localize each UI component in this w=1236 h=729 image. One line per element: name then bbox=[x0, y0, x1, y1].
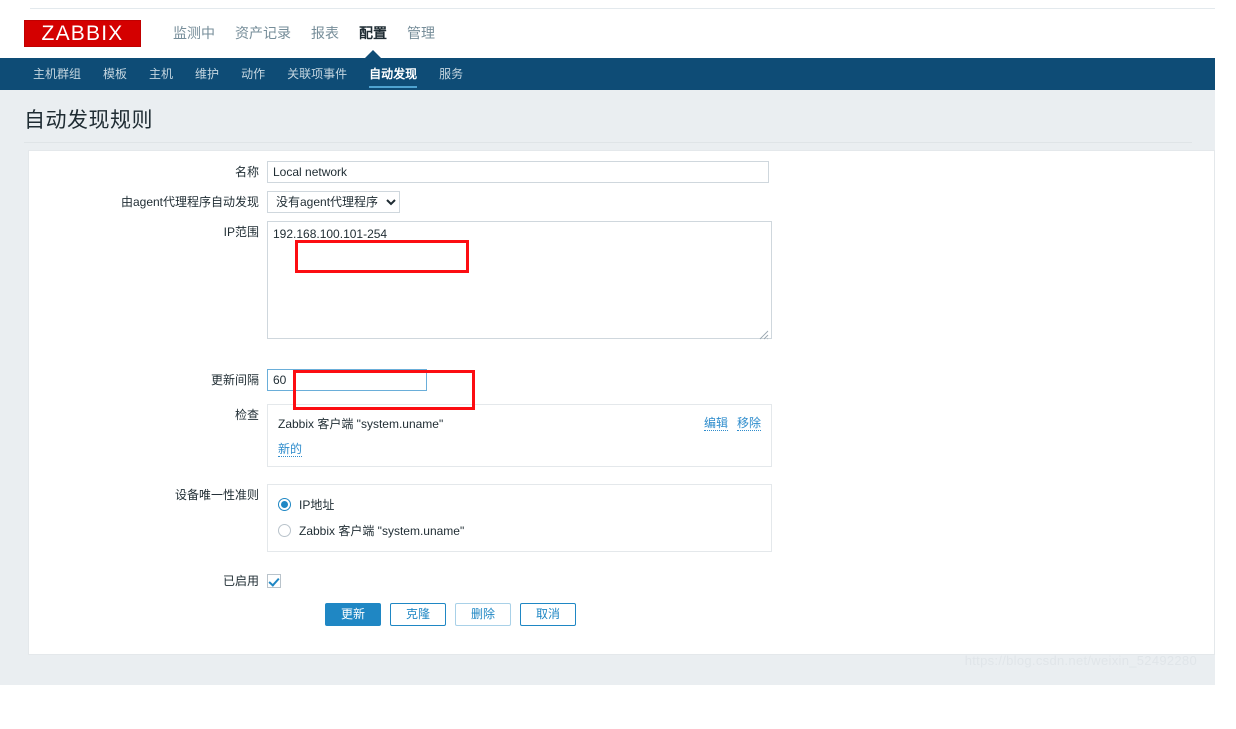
mainnav-item-administration[interactable]: 管理 bbox=[397, 9, 445, 58]
field-row-ip-range: IP范围 192.168.100.101-254 bbox=[29, 221, 772, 342]
label-proxy: 由agent代理程序自动发现 bbox=[120, 195, 259, 209]
discovery-rule-form: 名称 由agent代理程序自动发现 没有agent代理程序 IP范围 192.1… bbox=[28, 150, 1215, 655]
browser-viewport: ZABBIX 监测中 资产记录 报表 配置 管理 主机群组 模板 主机 维护 动… bbox=[0, 0, 1215, 729]
page-title: 自动发现规则 bbox=[24, 109, 153, 132]
check-edit-link[interactable]: 编辑 bbox=[703, 416, 728, 431]
check-list-item: Zabbix 客户端 "system.uname" 编辑 移除 bbox=[278, 413, 761, 433]
page-body: 自动发现规则 名称 由agent代理程序自动发现 没有agent代理程序 IP范… bbox=[0, 90, 1215, 685]
sub-navigation: 主机群组 模板 主机 维护 动作 关联项事件 自动发现 服务 bbox=[0, 58, 1215, 90]
subnav-item-discovery[interactable]: 自动发现 bbox=[358, 58, 428, 90]
label-enabled: 已启用 bbox=[222, 574, 259, 588]
subnav-item-templates[interactable]: 模板 bbox=[92, 58, 138, 90]
app-header: ZABBIX 监测中 资产记录 报表 配置 管理 bbox=[0, 9, 1215, 58]
subnav-item-host-groups[interactable]: 主机群组 bbox=[22, 58, 92, 90]
check-remove-link[interactable]: 移除 bbox=[736, 416, 761, 431]
clone-button[interactable]: 克隆 bbox=[390, 603, 446, 626]
radio-ip-address-icon[interactable] bbox=[278, 497, 291, 511]
subnav-item-services[interactable]: 服务 bbox=[428, 58, 474, 90]
subnav-item-maintenance[interactable]: 维护 bbox=[184, 58, 230, 90]
label-checks: 检查 bbox=[234, 408, 259, 422]
mainnav-item-monitoring[interactable]: 监测中 bbox=[163, 9, 225, 58]
radio-system-uname-icon[interactable] bbox=[278, 523, 291, 537]
field-row-update-interval: 更新间隔 bbox=[29, 369, 427, 391]
main-navigation: 监测中 资产记录 报表 配置 管理 bbox=[163, 9, 445, 58]
checks-panel: Zabbix 客户端 "system.uname" 编辑 移除 新的 bbox=[267, 404, 772, 467]
field-row-name: 名称 bbox=[29, 161, 769, 183]
label-name: 名称 bbox=[234, 165, 259, 179]
name-input[interactable] bbox=[267, 161, 769, 183]
enabled-checkbox[interactable] bbox=[267, 574, 281, 588]
subnav-item-event-correlation[interactable]: 关联项事件 bbox=[276, 58, 358, 90]
cancel-button[interactable]: 取消 bbox=[520, 603, 576, 626]
zabbix-logo-text: ZABBIX bbox=[41, 22, 124, 45]
uniqueness-panel: IP地址 Zabbix 客户端 "system.uname" bbox=[267, 484, 772, 552]
ip-range-textarea[interactable]: 192.168.100.101-254 bbox=[267, 221, 772, 339]
update-interval-input[interactable] bbox=[267, 369, 427, 391]
field-row-uniqueness: 设备唯一性准则 IP地址 Zabbix 客户端 "system.uname" bbox=[29, 484, 772, 552]
mainnav-item-configuration[interactable]: 配置 bbox=[349, 9, 397, 58]
label-update-interval: 更新间隔 bbox=[210, 373, 259, 387]
label-uniqueness: 设备唯一性准则 bbox=[174, 488, 259, 502]
proxy-select[interactable]: 没有agent代理程序 bbox=[267, 191, 400, 213]
uniqueness-option-ip[interactable]: IP地址 bbox=[278, 491, 761, 517]
uniqueness-option-uname[interactable]: Zabbix 客户端 "system.uname" bbox=[278, 517, 761, 543]
subnav-item-actions[interactable]: 动作 bbox=[230, 58, 276, 90]
field-row-checks: 检查 Zabbix 客户端 "system.uname" 编辑 移除 新的 bbox=[29, 404, 772, 467]
checks-new-row: 新的 bbox=[278, 442, 761, 460]
delete-button[interactable]: 删除 bbox=[455, 603, 511, 626]
check-item-name: Zabbix 客户端 "system.uname" bbox=[278, 416, 444, 431]
uniqueness-option-uname-label: Zabbix 客户端 "system.uname" bbox=[299, 523, 465, 538]
uniqueness-option-ip-label: IP地址 bbox=[299, 497, 335, 512]
title-divider bbox=[24, 142, 1192, 143]
check-new-link[interactable]: 新的 bbox=[278, 442, 303, 457]
field-row-enabled: 已启用 bbox=[29, 570, 281, 592]
form-actions: 更新 克隆 删除 取消 bbox=[325, 603, 576, 626]
mainnav-item-reports[interactable]: 报表 bbox=[301, 9, 349, 58]
subnav-item-hosts[interactable]: 主机 bbox=[138, 58, 184, 90]
field-row-proxy: 由agent代理程序自动发现 没有agent代理程序 bbox=[29, 191, 400, 213]
watermark: https://blog.csdn.net/weixin_52492280 bbox=[964, 653, 1197, 668]
update-button[interactable]: 更新 bbox=[325, 603, 381, 626]
zabbix-logo[interactable]: ZABBIX bbox=[24, 20, 141, 47]
check-item-actions: 编辑 移除 bbox=[703, 416, 761, 431]
mainnav-item-inventory[interactable]: 资产记录 bbox=[225, 9, 301, 58]
label-ip-range: IP范围 bbox=[223, 225, 259, 239]
